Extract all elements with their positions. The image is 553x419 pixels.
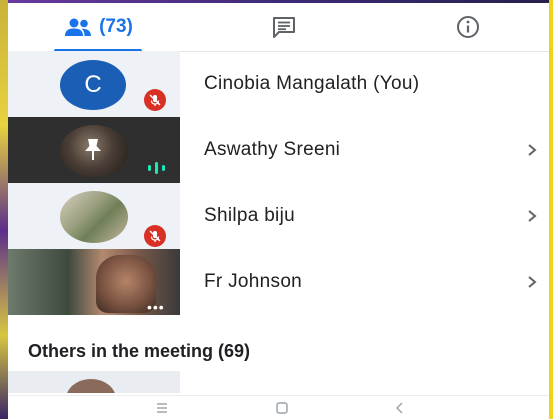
participant-name: Cinobia Mangalath (You) xyxy=(204,73,420,94)
chat-icon xyxy=(273,17,295,38)
muted-mic-icon xyxy=(144,89,166,111)
participant-photo xyxy=(66,379,116,393)
others-heading: Others in the meeting (69) xyxy=(28,341,251,361)
avatar: C xyxy=(60,60,126,110)
people-count: (73) xyxy=(99,16,133,37)
tab-info[interactable] xyxy=(444,3,492,51)
more-options-icon[interactable]: ••• xyxy=(147,299,165,315)
participant-tile xyxy=(8,117,180,183)
participant-video: ••• xyxy=(8,249,180,315)
tab-bar: (73) xyxy=(8,3,549,52)
speaking-indicator-icon xyxy=(148,162,165,174)
participant-row[interactable]: C Cinobia Mangalath (You) xyxy=(8,51,549,117)
tab-chat[interactable] xyxy=(260,3,308,51)
participant-name: Fr Johnson xyxy=(204,271,303,292)
chevron-right-icon[interactable] xyxy=(524,208,540,224)
chevron-right-icon[interactable] xyxy=(524,142,540,158)
participant-name: Shilpa biju xyxy=(204,205,295,226)
participant-tile[interactable] xyxy=(8,371,180,393)
participant-photo xyxy=(60,191,128,243)
system-nav-bar xyxy=(8,395,549,419)
people-icon xyxy=(65,18,92,36)
background-strip-right xyxy=(549,0,553,419)
menu-icon[interactable] xyxy=(154,400,170,416)
info-icon xyxy=(457,16,479,38)
participant-row[interactable]: Aswathy Sreeni xyxy=(8,117,549,183)
participant-row[interactable]: Shilpa biju xyxy=(8,183,549,249)
tab-people[interactable]: (73) xyxy=(50,3,146,52)
chevron-right-icon[interactable] xyxy=(524,274,540,290)
avatar-letter: C xyxy=(84,71,102,98)
participant-tile xyxy=(8,183,180,249)
back-icon[interactable] xyxy=(392,400,408,416)
background-strip-left xyxy=(0,0,8,419)
participants-panel: (73) C Cinobia Mangalath (You) Aswathy S… xyxy=(8,3,549,419)
participant-row[interactable]: ••• Fr Johnson xyxy=(8,249,549,315)
home-icon[interactable] xyxy=(274,400,290,416)
participant-name: Aswathy Sreeni xyxy=(204,139,341,160)
participant-tile: C xyxy=(8,51,180,117)
pin-icon xyxy=(85,139,101,160)
muted-mic-icon xyxy=(144,225,166,247)
